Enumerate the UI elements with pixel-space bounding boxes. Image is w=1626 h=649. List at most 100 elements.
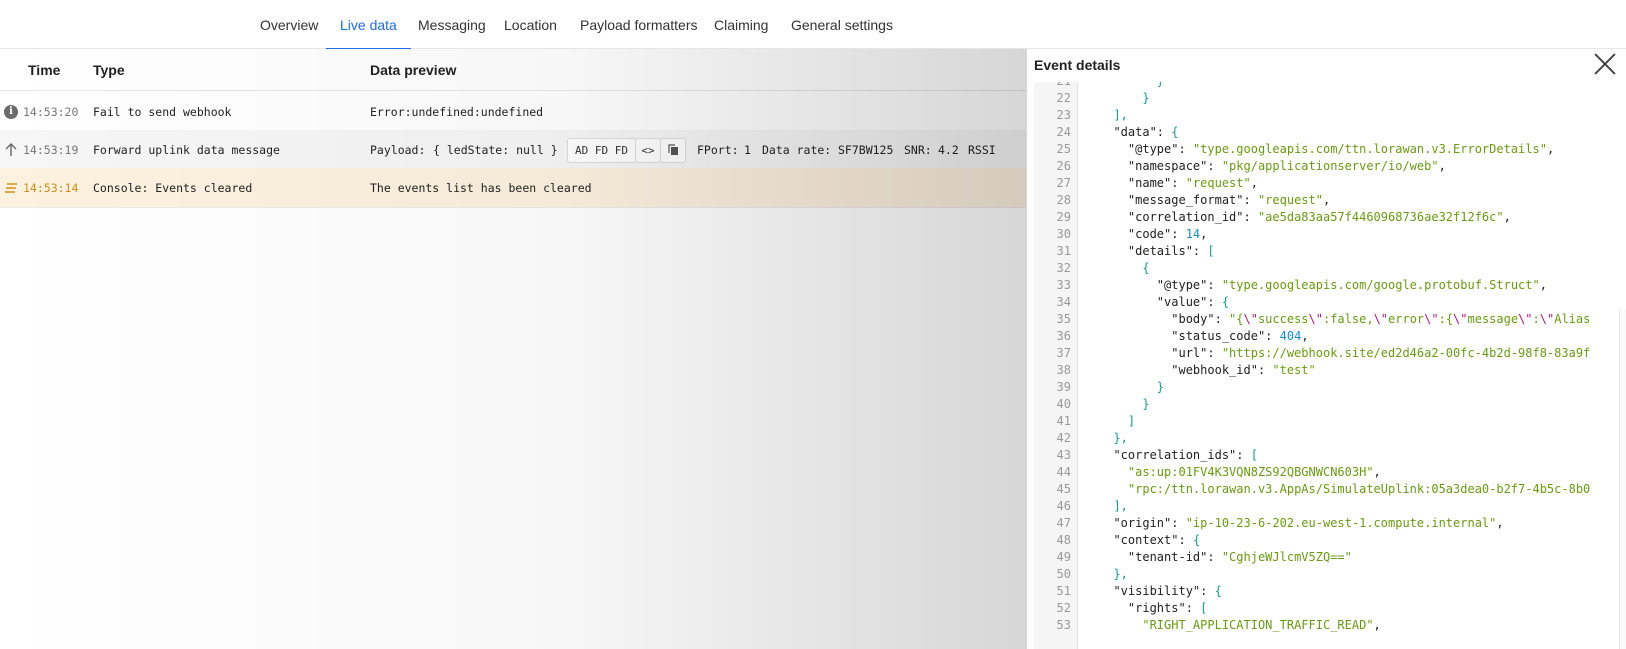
json-token: "context": xyxy=(1113,533,1193,547)
json-token: , xyxy=(1539,278,1547,292)
tab-claiming[interactable]: Claiming xyxy=(714,0,768,49)
json-token: "CghjeWJlcmV5ZQ==" xyxy=(1221,550,1352,564)
line-number: 24 xyxy=(1056,125,1071,139)
line-number: 30 xyxy=(1056,227,1071,241)
event-row[interactable]: 14:53:19 Forward uplink data message Pay… xyxy=(0,130,1026,170)
json-token: , xyxy=(1250,176,1258,190)
json-token: "https://webhook.site/ed2d46a2-00fc-4b2d… xyxy=(1221,346,1591,360)
event-details-panel: Event details 21 } 22 }23 ],24 "data": {… xyxy=(1026,49,1626,649)
line-number: 45 xyxy=(1056,482,1071,496)
json-token: :{ xyxy=(1438,312,1454,326)
payload-bytes[interactable]: AD FD FD xyxy=(567,138,636,163)
payload-label: Payload: xyxy=(370,143,426,157)
event-row[interactable]: 14:53:14 Console: Events cleared The eve… xyxy=(0,168,1026,208)
json-token: }, xyxy=(1113,567,1128,581)
data-preview-column-header: Data preview xyxy=(370,62,457,78)
json-token: , xyxy=(1438,159,1446,173)
fport-value: 1 xyxy=(744,143,751,157)
json-token: ], xyxy=(1113,108,1128,122)
code-line: 48 "context": { xyxy=(1034,532,1618,549)
code-line: 53 "RIGHT_APPLICATION_TRAFFIC_READ", xyxy=(1034,617,1618,634)
json-token: "url": xyxy=(1171,346,1222,360)
json-token: , xyxy=(1373,465,1381,479)
json-token: \" xyxy=(1424,312,1439,326)
tab-live-data[interactable]: Live data xyxy=(326,0,411,50)
app-tabs: Overview Live data Messaging Location Pa… xyxy=(0,0,1626,50)
json-token: ] xyxy=(1127,414,1136,428)
code-line: 27 "name": "request", xyxy=(1034,175,1618,192)
snr-value: 4.2 xyxy=(938,143,959,157)
line-number: 33 xyxy=(1056,278,1071,292)
code-line: 36 "status_code": 404, xyxy=(1034,328,1618,345)
json-token: "pkg/applicationserver/io/web" xyxy=(1221,159,1439,173)
json-token: 14 xyxy=(1185,227,1201,241)
code-line: 51 "visibility": { xyxy=(1034,583,1618,600)
line-number: 36 xyxy=(1056,329,1071,343)
code-line: 50 }, xyxy=(1034,566,1618,583)
json-viewer[interactable]: 21 } 22 }23 ],24 "data": {25 "@type": "t… xyxy=(1034,82,1618,649)
code-line: 35 "body": "{\"success\":false,\"error\"… xyxy=(1034,311,1618,328)
event-preview: The events list has been cleared xyxy=(370,181,592,195)
fport-label: FPort: xyxy=(697,143,739,157)
events-list: Time Type Data preview i 14:53:20 Fail t… xyxy=(0,49,1026,649)
json-token: "RIGHT_APPLICATION_TRAFFIC_READ" xyxy=(1142,618,1374,632)
line-number: 42 xyxy=(1056,431,1071,445)
tab-payload-formatters[interactable]: Payload formatters xyxy=(580,0,698,49)
code-icon: <> xyxy=(641,144,655,157)
line-number: 46 xyxy=(1056,499,1071,513)
json-token: { xyxy=(1142,261,1150,275)
event-type: Forward uplink data message xyxy=(93,143,280,157)
tab-location[interactable]: Location xyxy=(504,0,557,49)
code-toggle-button[interactable]: <> xyxy=(635,138,661,163)
code-line: 42 }, xyxy=(1034,430,1618,447)
line-number: 44 xyxy=(1056,465,1071,479)
event-row[interactable]: i 14:53:20 Fail to send webhook Error:un… xyxy=(0,92,1026,132)
line-number: 28 xyxy=(1056,193,1071,207)
json-token: \" xyxy=(1243,312,1258,326)
code-line: 47 "origin": "ip-10-23-6-202.eu-west-1.c… xyxy=(1034,515,1618,532)
code-line: 37 "url": "https://webhook.site/ed2d46a2… xyxy=(1034,345,1618,362)
json-token: \" xyxy=(1373,312,1389,326)
json-token: [ xyxy=(1207,244,1215,258)
arrow-up-icon xyxy=(4,143,18,157)
rssi-label: RSSI xyxy=(968,143,996,157)
code-line: 31 "details": [ xyxy=(1034,243,1618,260)
json-token: message xyxy=(1467,312,1519,326)
json-token: } xyxy=(1142,397,1150,411)
scrollbar[interactable] xyxy=(1619,309,1626,649)
json-token: , xyxy=(1200,227,1208,241)
json-token: "origin": xyxy=(1113,516,1186,530)
tab-overview[interactable]: Overview xyxy=(260,0,318,49)
info-icon: i xyxy=(4,105,18,119)
code-line: 40 } xyxy=(1034,396,1618,413)
json-token: "request" xyxy=(1257,193,1323,207)
json-token: "value": xyxy=(1156,295,1222,309)
line-number: 50 xyxy=(1056,567,1071,581)
line-number: 43 xyxy=(1056,448,1071,462)
json-token: "request" xyxy=(1185,176,1251,190)
json-token: } xyxy=(1156,380,1165,394)
json-token: } xyxy=(1157,82,1164,88)
line-number: 32 xyxy=(1056,261,1071,275)
data-rate-value: SF7BW125 xyxy=(838,143,894,157)
line-number: 27 xyxy=(1056,176,1071,190)
code-line: 34 "value": { xyxy=(1034,294,1618,311)
close-icon[interactable] xyxy=(1594,53,1616,75)
tab-messaging[interactable]: Messaging xyxy=(418,0,486,49)
code-line: 33 "@type": "type.googleapis.com/google.… xyxy=(1034,277,1618,294)
json-token: "tenant-id": xyxy=(1127,550,1222,564)
event-preview: Error:undefined:undefined xyxy=(370,105,544,119)
tab-general-settings[interactable]: General settings xyxy=(791,0,893,49)
code-line: 43 "correlation_ids": [ xyxy=(1034,447,1618,464)
copy-button[interactable] xyxy=(660,138,686,163)
json-token: { xyxy=(1192,533,1201,547)
line-number: 25 xyxy=(1056,142,1071,156)
json-token: , xyxy=(1503,210,1511,224)
json-token: "type.googleapis.com/ttn.lorawan.v3.Erro… xyxy=(1192,142,1547,156)
json-token: :false, xyxy=(1322,312,1374,326)
code-line: 29 "correlation_id": "ae5da83aa57f446096… xyxy=(1034,209,1618,226)
line-number: 41 xyxy=(1056,414,1071,428)
json-token: "@type": xyxy=(1156,278,1222,292)
json-token: "name": xyxy=(1127,176,1186,190)
events-table-header: Time Type Data preview xyxy=(0,49,1026,91)
